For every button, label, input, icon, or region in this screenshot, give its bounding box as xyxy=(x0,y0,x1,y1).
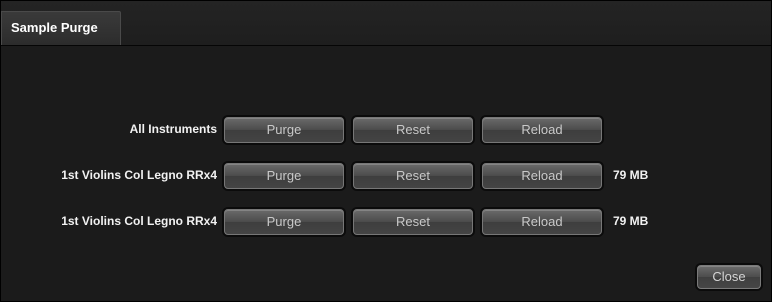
reload-button-1[interactable]: Reload xyxy=(482,163,602,189)
reset-all-button[interactable]: Reset xyxy=(353,117,473,143)
sample-purge-window: Sample Purge All Instruments Purge Reset… xyxy=(0,0,772,302)
close-button[interactable]: Close xyxy=(697,265,761,289)
purge-button-1[interactable]: Purge xyxy=(224,163,344,189)
tab-bar: Sample Purge xyxy=(1,1,771,46)
reset-button-1[interactable]: Reset xyxy=(353,163,473,189)
reset-button-2[interactable]: Reset xyxy=(353,209,473,235)
tab-sample-purge[interactable]: Sample Purge xyxy=(1,11,121,45)
reload-button-2[interactable]: Reload xyxy=(482,209,602,235)
purge-button-2[interactable]: Purge xyxy=(224,209,344,235)
reload-all-button[interactable]: Reload xyxy=(482,117,602,143)
row-label-instrument-2: 1st Violins Col Legno RRx4 xyxy=(61,214,217,228)
row-label-instrument-1: 1st Violins Col Legno RRx4 xyxy=(61,168,217,182)
memory-size-1: 79 MB xyxy=(613,168,649,182)
purge-all-button[interactable]: Purge xyxy=(224,117,344,143)
memory-size-2: 79 MB xyxy=(613,214,649,228)
row-label-all-instruments: All Instruments xyxy=(129,122,217,136)
